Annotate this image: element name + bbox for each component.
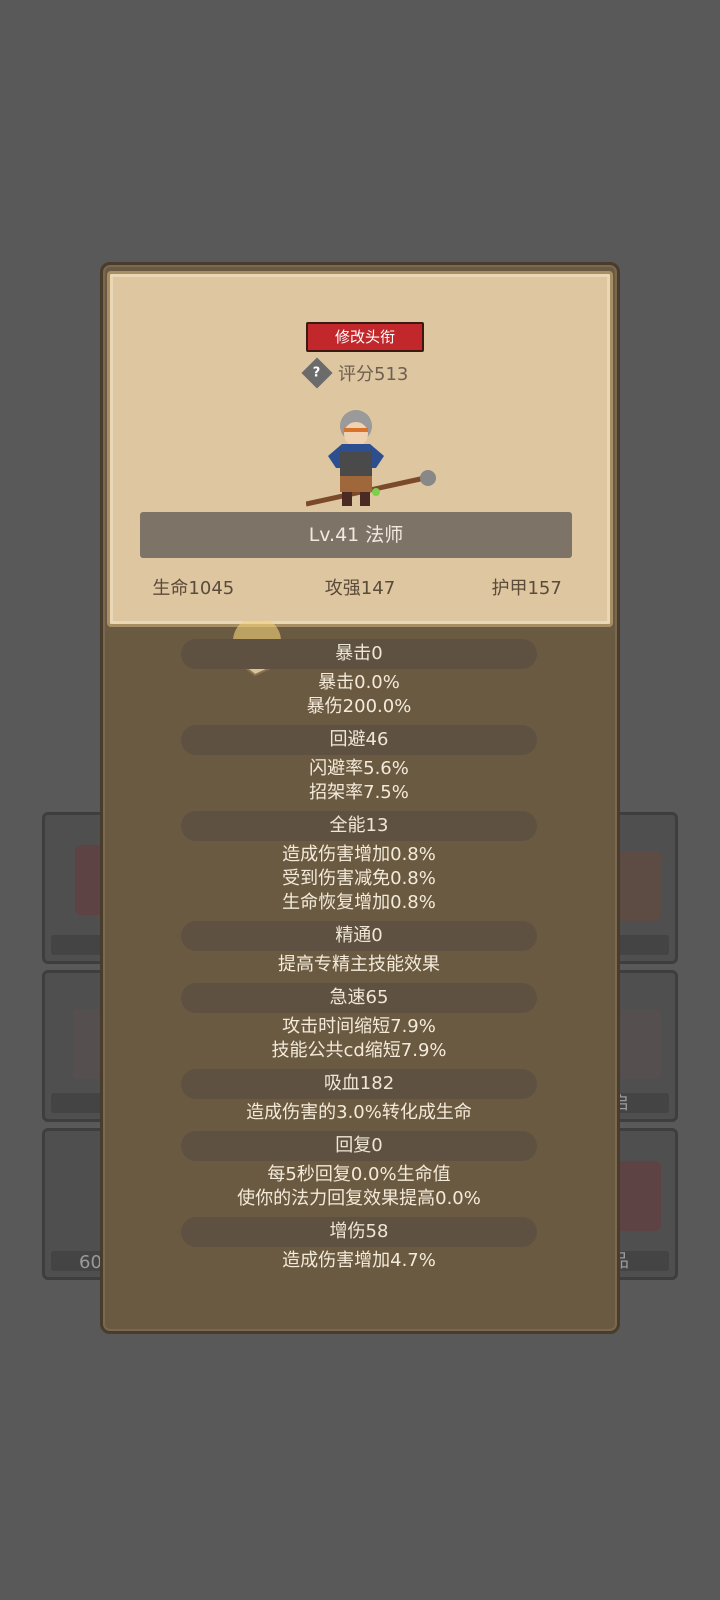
hero-avatar-icon xyxy=(306,410,436,507)
attribute-detail-line: 生命恢复增加0.8% xyxy=(282,892,436,913)
attribute-detail-line: 提高专精主技能效果 xyxy=(278,954,440,975)
attribute-detail-line: 暴击0.0% xyxy=(318,672,400,693)
bg-slot-text: 60 xyxy=(79,1252,102,1273)
attribute-header: 暴击0 xyxy=(181,639,537,669)
attribute-detail-line: 暴伤200.0% xyxy=(306,696,412,717)
attribute-list: 暴击0 暴击0.0% 暴伤200.0% 回避46 闪避率5.6% 招架率7.5% 全能13 造… xyxy=(181,639,537,1279)
attribute-detail-line: 使你的法力回复效果提高0.0% xyxy=(237,1188,481,1209)
attribute-detail-line: 闪避率5.6% xyxy=(309,758,409,779)
hp-stat: 生命1045 xyxy=(152,578,235,599)
attribute-detail-line: 造成伤害增加0.8% xyxy=(282,844,436,865)
help-icon[interactable]: ? xyxy=(301,357,333,389)
attribute-detail-line: 攻击时间缩短7.9% xyxy=(282,1016,436,1037)
bg-item-icon xyxy=(615,851,661,921)
profile-card: 修改头衔 ? 评分513 Lv.41 法师 生命1045 攻强147 护甲157 xyxy=(107,271,613,627)
change-title-button[interactable]: 修改头衔 xyxy=(306,322,424,352)
help-icon-glyph: ? xyxy=(313,365,321,381)
bg-item-icon xyxy=(615,1009,661,1079)
attribute-header: 回避46 xyxy=(181,725,537,755)
attribute-detail-line: 招架率7.5% xyxy=(309,782,409,803)
attribute-detail-line: 每5秒回复0.0%生命值 xyxy=(267,1164,451,1185)
bg-item-icon xyxy=(615,1161,661,1231)
attribute-detail-line: 造成伤害增加4.7% xyxy=(282,1250,436,1271)
level-class-bar: Lv.41 法师 xyxy=(140,512,572,558)
attribute-detail-line: 造成伤害的3.0%转化成生命 xyxy=(246,1102,472,1123)
attribute-header: 回复0 xyxy=(181,1131,537,1161)
attribute-detail-line: 技能公共cd缩短7.9% xyxy=(271,1040,447,1061)
attribute-header: 吸血182 xyxy=(181,1069,537,1099)
attribute-header: 急速65 xyxy=(181,983,537,1013)
armor-stat: 护甲157 xyxy=(491,578,562,599)
attribute-header: 增伤58 xyxy=(181,1217,537,1247)
attribute-header: 精通0 xyxy=(181,921,537,951)
score-text: 评分513 xyxy=(338,364,409,385)
attack-stat: 攻强147 xyxy=(324,578,396,599)
score-row: ? 评分513 xyxy=(301,357,409,389)
character-info-panel: 修改头衔 ? 评分513 Lv.41 法师 生命1045 攻强147 护甲157 xyxy=(100,262,620,1334)
attribute-header: 全能13 xyxy=(181,811,537,841)
attribute-detail-line: 受到伤害减免0.8% xyxy=(282,868,436,889)
base-stats-row: 生命1045 攻强147 护甲157 xyxy=(110,574,610,600)
